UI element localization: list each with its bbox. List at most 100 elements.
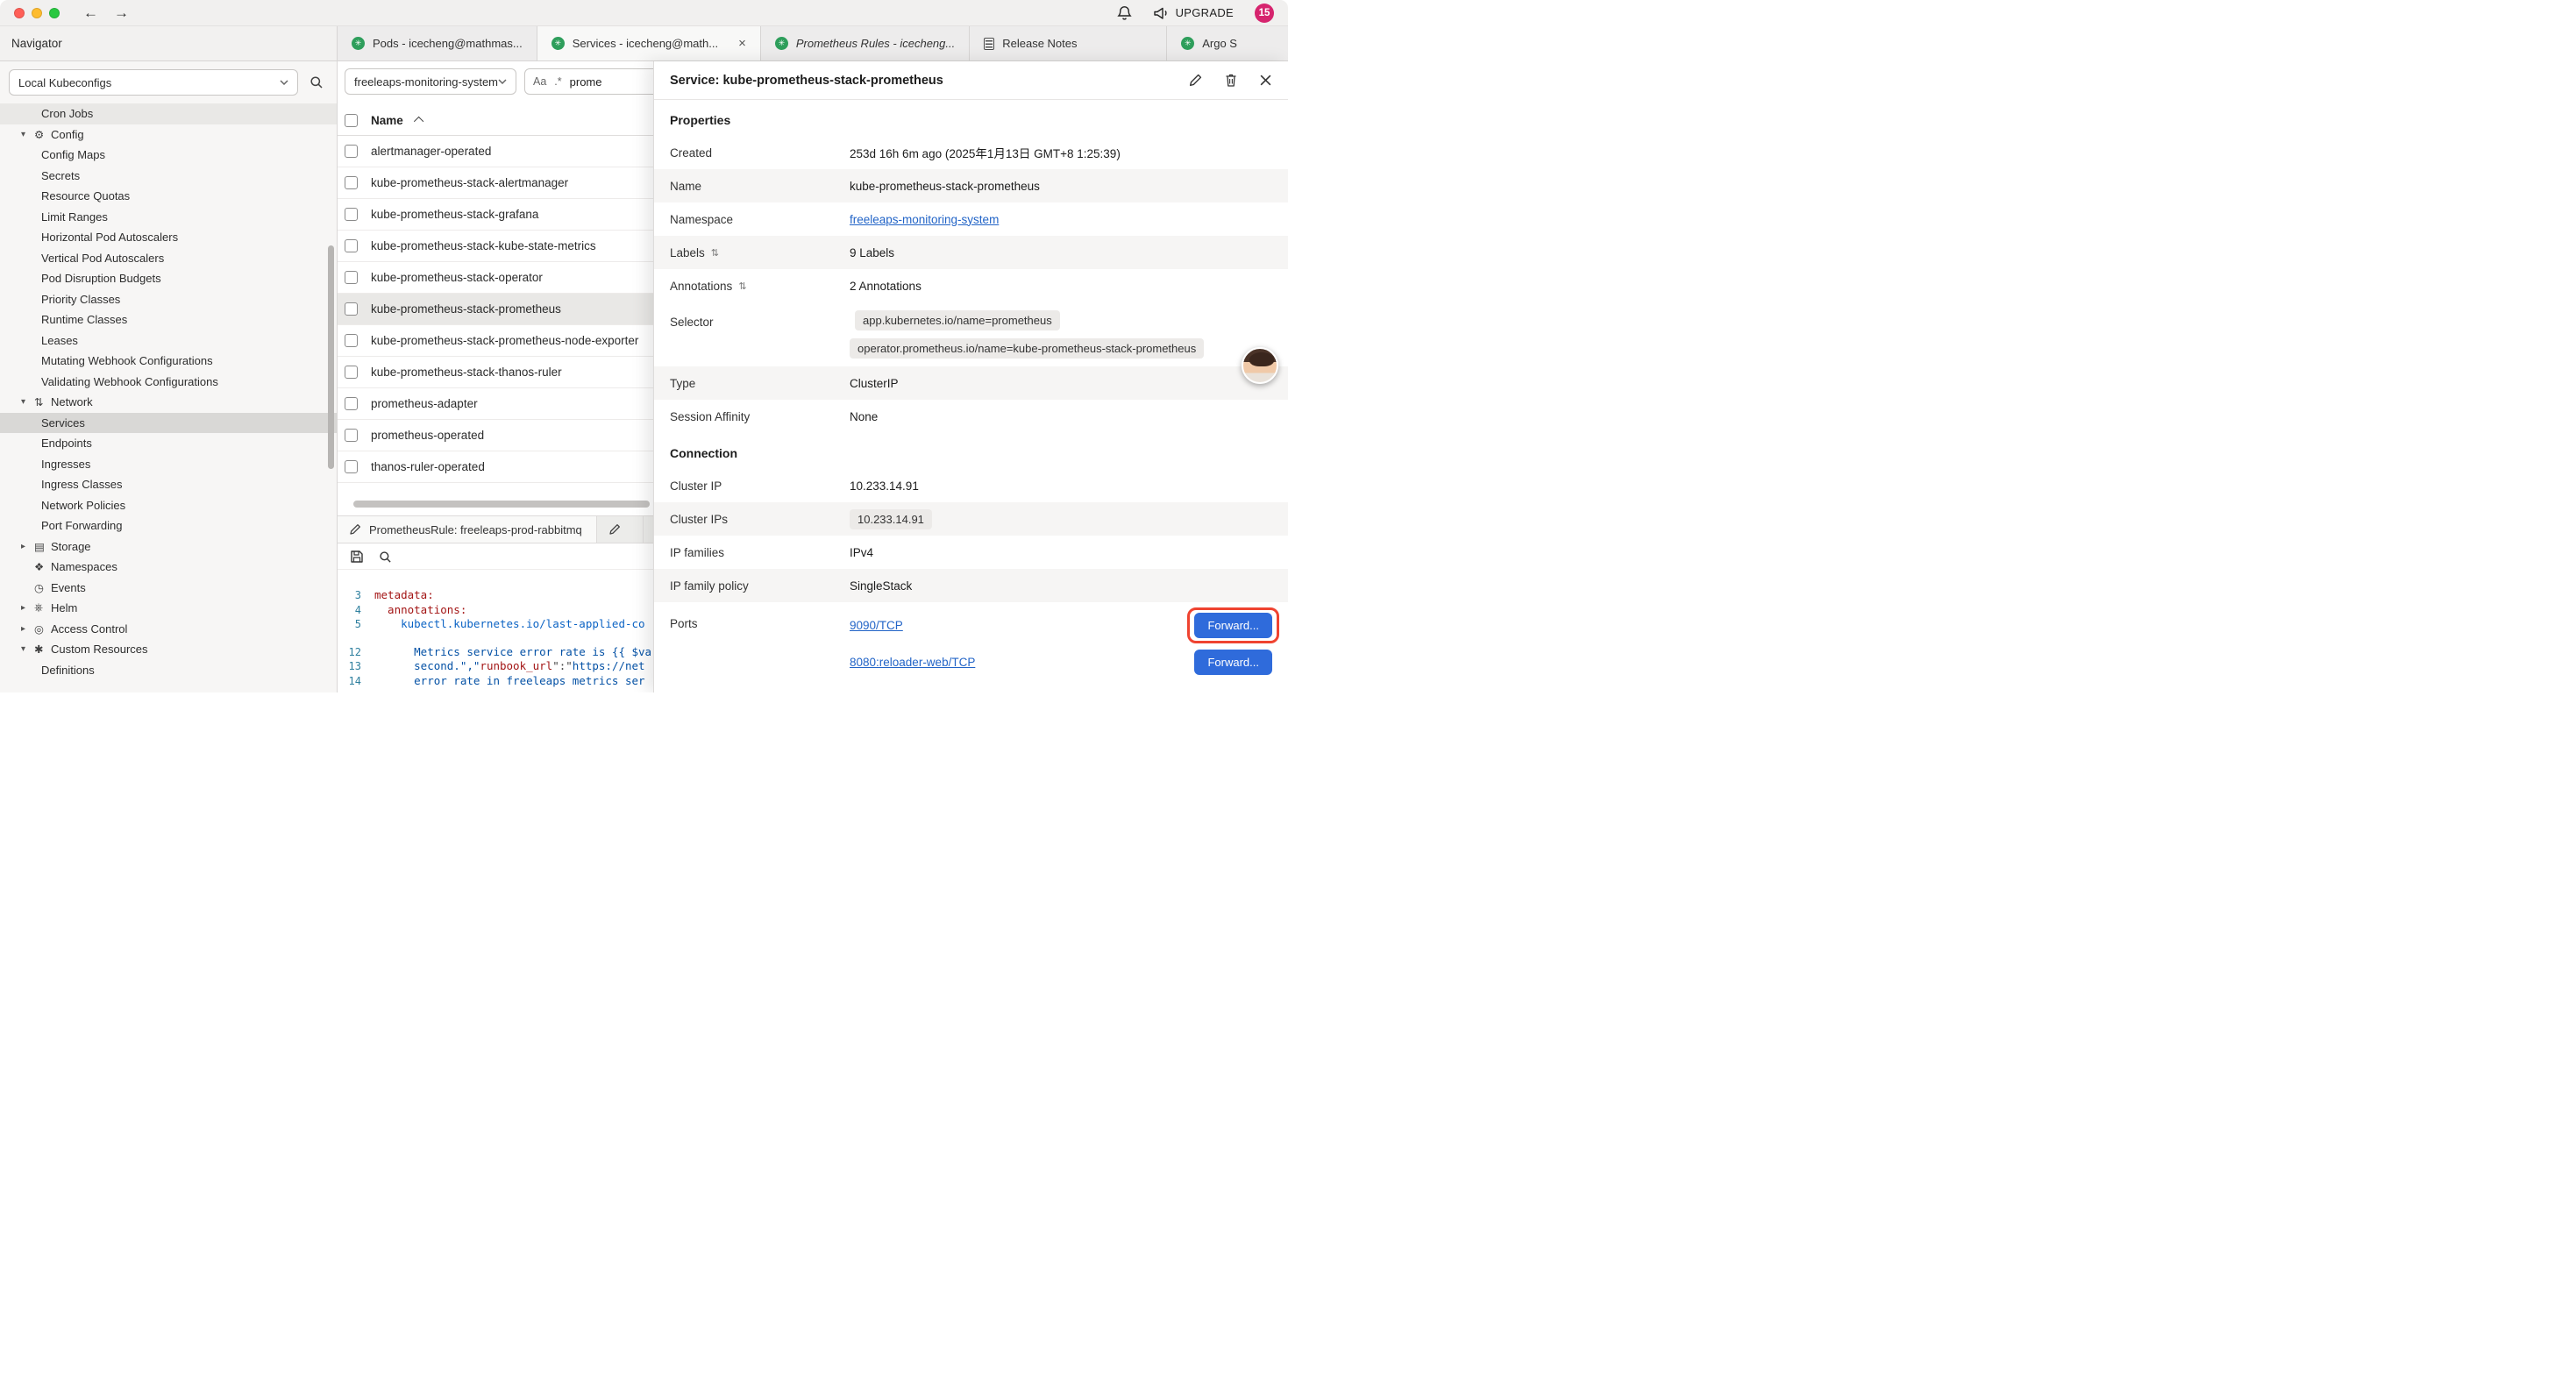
tree-item[interactable]: Services [0,413,337,434]
tree-item[interactable]: Runtime Classes [0,309,337,330]
select-all-checkbox[interactable] [345,114,358,127]
row-checkbox[interactable] [345,460,358,473]
forward-button[interactable]: Forward... [1194,613,1272,638]
editor-tab[interactable] [597,516,644,543]
tree-item[interactable]: Config Maps [0,145,337,166]
tree-chevron-icon[interactable] [21,130,34,139]
tree-item[interactable]: Storage [0,536,337,558]
row-checkbox[interactable] [345,334,358,347]
expand-labels-icon[interactable] [711,247,719,259]
property-row-ports: Ports 9090/TCP Forward... 8080:reloader-… [654,602,1288,680]
notifications-badge[interactable]: 15 [1255,4,1274,23]
row-checkbox[interactable] [345,397,358,410]
zoom-window-button[interactable] [49,8,60,18]
tree-item[interactable]: Leases [0,330,337,352]
horizontal-scrollbar[interactable] [345,501,653,508]
upgrade-button[interactable]: UPGRADE [1153,6,1234,20]
tree-item[interactable]: Cron Jobs [0,103,337,124]
tree-item[interactable]: Priority Classes [0,289,337,310]
tree-item[interactable]: Ingresses [0,454,337,475]
tree-item[interactable]: Events [0,578,337,599]
close-window-button[interactable] [14,8,25,18]
property-value[interactable]: 2 Annotations [850,280,922,293]
port-link[interactable]: 9090/TCP [850,619,903,632]
code-segment: error rate in freeleaps metrics ser [374,674,645,689]
resource-name: prometheus-operated [371,429,484,442]
property-row-cluster-ip: Cluster IP 10.233.14.91 [654,469,1288,502]
namespace-link[interactable]: freeleaps-monitoring-system [850,213,999,226]
tree-chevron-icon[interactable] [21,542,34,551]
row-checkbox[interactable] [345,176,358,189]
tree-item-label: Priority Classes [41,293,120,306]
expand-annotations-icon[interactable] [738,281,746,292]
tree-item[interactable]: Access Control [0,619,337,640]
port-link[interactable]: 8080:reloader-web/TCP [850,656,975,669]
forward-icon[interactable]: → [114,5,129,20]
property-value[interactable]: 9 Labels [850,246,894,259]
tree-item[interactable]: Endpoints [0,433,337,454]
edit-icon[interactable] [1188,73,1203,88]
tree-item[interactable]: Vertical Pod Autoscalers [0,248,337,269]
tree-item[interactable]: Ingress Classes [0,474,337,495]
tree-chevron-icon[interactable] [21,603,34,613]
selector-chip: operator.prometheus.io/name=kube-prometh… [850,338,1204,359]
tree-chevron-icon[interactable] [21,397,34,407]
back-icon[interactable]: ← [83,5,98,20]
tree-item-label: Cron Jobs [41,107,93,120]
tree-item[interactable]: Network [0,392,337,413]
close-icon[interactable] [1259,74,1272,87]
forward-button[interactable]: Forward... [1194,650,1272,675]
row-checkbox[interactable] [345,366,358,379]
tree-item[interactable]: Resource Quotas [0,186,337,207]
sidebar-search-icon[interactable] [305,71,328,94]
tree-item[interactable]: Namespaces [0,557,337,578]
editor-search-icon[interactable] [379,550,392,564]
minimize-window-button[interactable] [32,8,42,18]
user-avatar[interactable] [1242,347,1278,384]
property-value: kube-prometheus-stack-prometheus [850,180,1040,193]
tree-item[interactable]: Validating Webhook Configurations [0,372,337,393]
property-value: None [850,410,878,423]
sidebar-scrollbar[interactable] [328,245,334,469]
bell-icon[interactable] [1117,5,1132,21]
app-window: ← → UPGRADE 15 Navigator Pods - icecheng… [0,0,1288,692]
property-row-ip-families: IP families IPv4 [654,536,1288,569]
row-checkbox[interactable] [345,302,358,316]
regex-toggle[interactable]: .* [554,75,561,88]
name-column-header[interactable]: Name [371,114,403,127]
sort-ascending-icon[interactable] [414,117,423,126]
line-number: 4 [338,603,374,618]
tab-close-icon[interactable] [738,37,746,50]
tree-item[interactable]: Helm [0,598,337,619]
row-checkbox[interactable] [345,208,358,221]
app-tab[interactable]: Release Notes [970,26,1167,60]
tree-item[interactable]: Horizontal Pod Autoscalers [0,227,337,248]
namespace-selector[interactable]: freeleaps-monitoring-system [345,68,516,95]
tree-item[interactable]: Network Policies [0,495,337,516]
match-case-toggle[interactable]: Aa [533,75,546,88]
tree-item[interactable]: Custom Resources [0,639,337,660]
save-icon[interactable] [350,550,364,564]
detail-title: Service: kube-prometheus-stack-prometheu… [670,74,943,88]
tree-item[interactable]: Secrets [0,166,337,187]
app-tab[interactable]: Pods - icecheng@mathmas... [338,26,537,60]
row-checkbox[interactable] [345,239,358,252]
row-checkbox[interactable] [345,271,358,284]
app-tab[interactable]: Argo S [1167,26,1288,60]
app-tab[interactable]: Services - icecheng@math... [537,26,761,60]
kubeconfig-selector[interactable]: Local Kubeconfigs [9,69,298,96]
tree-item[interactable]: Mutating Webhook Configurations [0,351,337,372]
trash-icon[interactable] [1224,73,1238,88]
tree-item-label: Access Control [51,622,127,636]
tree-chevron-icon[interactable] [21,644,34,654]
tree-item[interactable]: Pod Disruption Budgets [0,268,337,289]
tree-item[interactable]: Limit Ranges [0,207,337,228]
tree-item[interactable]: Port Forwarding [0,515,337,536]
tree-chevron-icon[interactable] [21,624,34,634]
tree-item[interactable]: Config [0,124,337,146]
app-tab[interactable]: Prometheus Rules - icecheng... [761,26,970,60]
editor-tab[interactable]: PrometheusRule: freeleaps-prod-rabbitmq [338,516,597,543]
row-checkbox[interactable] [345,429,358,442]
row-checkbox[interactable] [345,145,358,158]
tree-item[interactable]: Definitions [0,660,337,681]
